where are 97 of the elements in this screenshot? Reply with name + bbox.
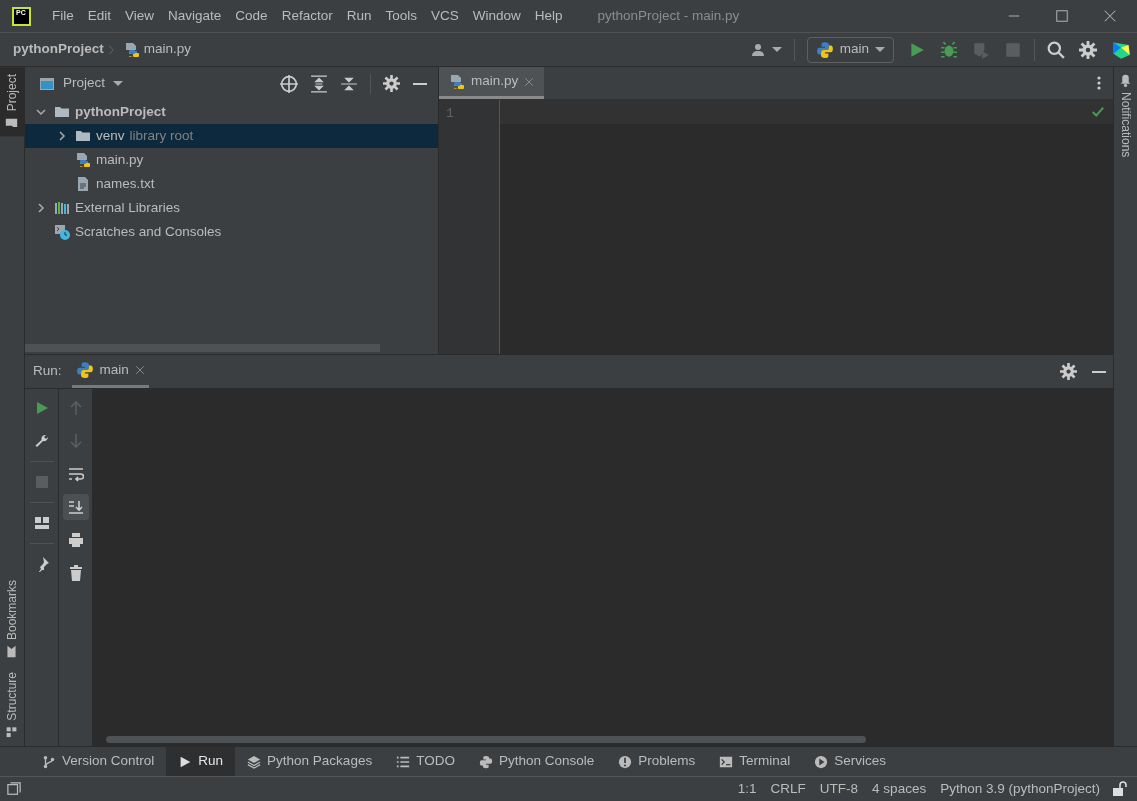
menu-item[interactable]: Edit — [80, 5, 119, 27]
python-icon — [478, 754, 493, 769]
folder-icon — [54, 104, 70, 120]
bell-icon — [1119, 74, 1132, 87]
tool-window-tab[interactable]: Python Packages — [235, 747, 385, 776]
tree-item[interactable]: venv — [96, 125, 125, 147]
menu-item[interactable]: Code — [228, 5, 275, 27]
warning-icon — [618, 754, 633, 769]
crosshair-icon[interactable] — [280, 74, 298, 93]
tab-label: Project — [4, 74, 20, 112]
python-icon — [815, 40, 834, 59]
bookmark-icon — [5, 645, 19, 659]
search-icon[interactable] — [1047, 40, 1065, 59]
settings-icon[interactable] — [1060, 363, 1077, 380]
tree-item[interactable]: main.py — [96, 149, 144, 171]
lock-icon[interactable] — [1111, 781, 1127, 797]
folder-icon — [5, 116, 19, 130]
folder-icon — [75, 128, 91, 144]
settings-icon[interactable] — [383, 75, 400, 92]
tool-window-tab[interactable]: TODO — [384, 747, 467, 776]
scrollbar-thumb[interactable] — [106, 736, 866, 743]
soft-wrap-icon — [67, 466, 84, 482]
tool-window-tab[interactable]: Project — [0, 67, 24, 137]
tree-item[interactable]: pythonProject — [75, 101, 166, 123]
tool-window-tab[interactable]: Bookmarks — [0, 573, 24, 666]
tree-item[interactable]: External Libraries — [75, 197, 181, 219]
python-file-icon — [75, 152, 91, 168]
menu-item[interactable]: View — [118, 5, 162, 27]
panel-icon — [39, 75, 55, 92]
expand-all-icon[interactable] — [310, 74, 328, 93]
run-icon[interactable] — [908, 40, 926, 59]
layers-icon — [247, 754, 262, 769]
bug-icon[interactable] — [940, 40, 958, 59]
wrench-icon — [33, 433, 50, 449]
tree-item[interactable]: Scratches and Consoles — [75, 221, 222, 243]
close-icon[interactable] — [134, 365, 145, 375]
menu-item[interactable]: VCS — [423, 5, 466, 27]
selected-row-background[interactable]: venv library root — [25, 124, 438, 148]
library-icon — [54, 200, 70, 216]
scrollbar-thumb[interactable] — [25, 344, 380, 352]
trash-icon — [67, 565, 84, 581]
run-configuration-dropdown[interactable]: main — [806, 36, 894, 63]
tool-window-tab[interactable]: Problems — [606, 747, 708, 776]
caret-down-icon[interactable] — [113, 81, 124, 86]
close-icon[interactable] — [1103, 9, 1117, 23]
settings-icon[interactable] — [1079, 40, 1097, 59]
python-file-icon — [449, 73, 465, 90]
menu-item[interactable]: Run — [339, 5, 379, 27]
menu-item[interactable]: Tools — [378, 5, 424, 27]
editor-tab[interactable]: main.py — [439, 67, 545, 99]
tab-label: Notifications — [1117, 92, 1134, 158]
check-icon — [1091, 105, 1105, 119]
menu-item[interactable]: Help — [527, 5, 570, 27]
tool-window-tab[interactable]: Structure — [0, 665, 24, 746]
text-file-icon — [75, 176, 91, 192]
tree-item[interactable]: names.txt — [96, 173, 155, 195]
panel-title: Run: — [33, 362, 62, 381]
panel-title[interactable]: Project — [63, 73, 106, 94]
status-item[interactable]: CRLF — [763, 778, 813, 800]
tool-window-tab[interactable]: Python Console — [466, 747, 607, 776]
status-item[interactable]: 4 spaces — [865, 778, 934, 800]
branch-icon — [42, 754, 56, 769]
menu-item[interactable]: Window — [465, 5, 528, 27]
maximize-icon[interactable] — [1055, 9, 1069, 23]
menu-item[interactable]: Navigate — [161, 5, 229, 27]
menu-item[interactable]: File — [45, 5, 81, 27]
structure-icon — [5, 726, 19, 739]
menu-item[interactable]: Refactor — [274, 5, 340, 27]
terminal-icon — [719, 754, 734, 769]
tab-label: Structure — [4, 672, 20, 721]
tool-window-tab[interactable]: Version Control — [30, 747, 167, 776]
services-icon — [814, 754, 829, 769]
panel-toggle-icon[interactable] — [7, 782, 21, 796]
scratch-icon — [54, 224, 70, 240]
printer-icon — [67, 532, 84, 548]
python-file-icon — [123, 41, 140, 58]
status-item[interactable]: UTF-8 — [812, 778, 866, 800]
scroll-to-end-icon — [67, 499, 84, 515]
status-item[interactable]: 1:1 — [730, 778, 764, 800]
tab-label: Bookmarks — [4, 580, 20, 641]
scroll-to-end-button[interactable] — [62, 494, 89, 520]
tool-window-tab[interactable]: Terminal — [707, 747, 803, 776]
list-icon — [396, 754, 411, 769]
layout-icon — [33, 515, 50, 531]
tree-item-hint: library root — [129, 126, 194, 145]
status-item[interactable]: Python 3.9 (pythonProject) — [933, 778, 1107, 800]
caret-down-icon[interactable] — [771, 47, 782, 52]
python-icon — [75, 361, 94, 379]
tool-window-tab[interactable]: Run — [166, 747, 236, 776]
stop-icon — [33, 474, 50, 490]
tool-window-tab[interactable]: Services — [802, 747, 899, 776]
tool-window-tab[interactable]: Notifications — [1114, 67, 1137, 165]
window-title: pythonProject - main.py — [597, 6, 740, 25]
breadcrumb-item[interactable]: pythonProject — [13, 39, 104, 60]
down-arrow-icon — [67, 433, 84, 449]
caret-down-icon[interactable] — [875, 47, 885, 52]
breadcrumb-item[interactable]: main.py — [143, 39, 192, 60]
